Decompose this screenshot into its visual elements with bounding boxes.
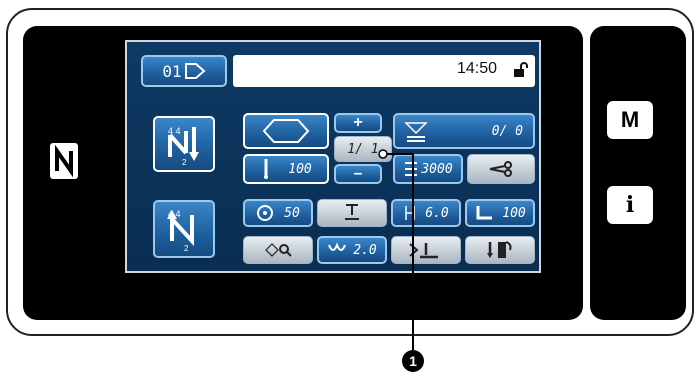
cycle-counter-value: 1/ 1 xyxy=(347,141,379,157)
foot-lift-button[interactable] xyxy=(317,199,387,227)
touch-screen: 01 14:50 4 4 2 4 4 2 + 1/ 1 – 0/ 0 100 3… xyxy=(125,40,541,273)
mode-button-label: M xyxy=(620,107,640,132)
svg-text:2: 2 xyxy=(182,158,187,167)
scissors-icon xyxy=(489,161,512,177)
thread-trim-count-button[interactable]: 3000 xyxy=(393,154,463,184)
speed-button[interactable]: 50 xyxy=(243,199,313,227)
presser-pressure-icon xyxy=(476,206,493,220)
tension-icon xyxy=(328,242,347,251)
mode-button[interactable]: M xyxy=(607,101,653,139)
pitch-button[interactable]: 6.0 xyxy=(391,199,461,227)
plus-label: + xyxy=(353,114,363,131)
tension-button[interactable]: 2.0 xyxy=(317,236,387,264)
feed-icon xyxy=(409,243,438,259)
callout-marker: 1 xyxy=(402,350,424,372)
svg-text:2: 2 xyxy=(184,244,189,253)
bobbin-icon xyxy=(487,241,512,258)
stitch-count-button[interactable]: 100 xyxy=(243,154,329,184)
tension-value: 2.0 xyxy=(353,242,377,258)
nfc-icon xyxy=(50,143,78,179)
search-icon xyxy=(265,243,292,257)
counter-icon xyxy=(404,122,428,142)
pitch-icon xyxy=(405,206,415,220)
clock-time: 14:50 xyxy=(457,60,498,77)
pattern-search-button[interactable] xyxy=(243,236,313,264)
stitch-pattern-button-1[interactable]: 4 4 2 xyxy=(153,116,215,172)
needle-icon xyxy=(264,159,269,179)
feed-button[interactable] xyxy=(391,236,461,264)
pitch-value: 6.0 xyxy=(425,205,449,221)
stitch-count-value: 100 xyxy=(288,161,312,177)
thread-trimmer-button[interactable] xyxy=(467,154,535,184)
svg-text:4 4: 4 4 xyxy=(168,126,181,136)
presser-foot-icon xyxy=(345,204,359,220)
information-button-label: i xyxy=(625,192,635,218)
bobbin-counter-value: 0/ 0 xyxy=(491,123,523,139)
plus-button[interactable]: + xyxy=(334,113,382,133)
stitch-pattern-button-2[interactable]: 4 4 2 xyxy=(153,200,215,258)
presser-pressure-button[interactable]: 100 xyxy=(465,199,535,227)
bobbin-counter-button[interactable]: 0/ 0 xyxy=(393,113,535,149)
speed-value: 50 xyxy=(284,205,300,221)
arrow-right-icon xyxy=(184,63,206,79)
minus-button[interactable]: – xyxy=(334,164,382,184)
pattern-number: 01 xyxy=(162,61,182,81)
pattern-shape-button[interactable] xyxy=(243,113,329,149)
minus-label: – xyxy=(353,165,363,182)
thread-trim-value: 3000 xyxy=(421,161,453,177)
pattern-number-button[interactable]: 01 xyxy=(141,55,227,87)
multi-reverse-stitch-icon: 4 4 2 xyxy=(167,209,194,253)
unlock-icon[interactable] xyxy=(513,62,529,78)
speed-icon xyxy=(257,205,274,221)
cycle-counter-button[interactable]: 1/ 1 xyxy=(334,136,392,162)
side-key-panel xyxy=(590,26,686,320)
information-button[interactable]: i xyxy=(607,186,653,224)
bobbin-change-button[interactable] xyxy=(465,236,535,264)
hexagon-icon xyxy=(262,119,310,143)
reverse-stitch-icon: 4 4 2 xyxy=(168,126,199,167)
presser-value: 100 xyxy=(502,205,526,221)
thread-counter-icon xyxy=(405,162,418,176)
